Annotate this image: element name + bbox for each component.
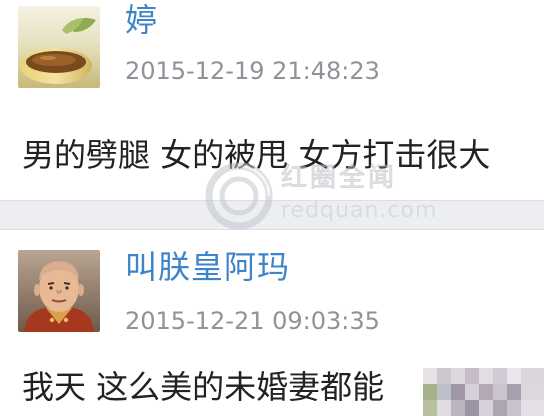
comment-username[interactable]: 婷 [125, 0, 158, 40]
comment-username[interactable]: 叫朕皇阿玛 [125, 247, 290, 287]
comment-feed: 婷 2015-12-19 21:48:23 男的劈腿 女的被甩 女方打击很大 叫… [0, 0, 544, 416]
comment-timestamp: 2015-12-19 21:48:23 [125, 57, 380, 85]
censor-mosaic [423, 368, 544, 416]
emperor-avatar-icon[interactable] [18, 250, 100, 332]
comment-content: 男的劈腿 女的被甩 女方打击很大 [22, 136, 491, 174]
comment-timestamp: 2015-12-21 09:03:35 [125, 307, 380, 335]
comment-divider [0, 200, 544, 230]
comment-content: 我天 这么美的未婚妻都能 [22, 368, 385, 406]
teacup-avatar-icon[interactable] [18, 6, 100, 88]
comment-item: 婷 2015-12-19 21:48:23 男的劈腿 女的被甩 女方打击很大 [0, 0, 544, 200]
